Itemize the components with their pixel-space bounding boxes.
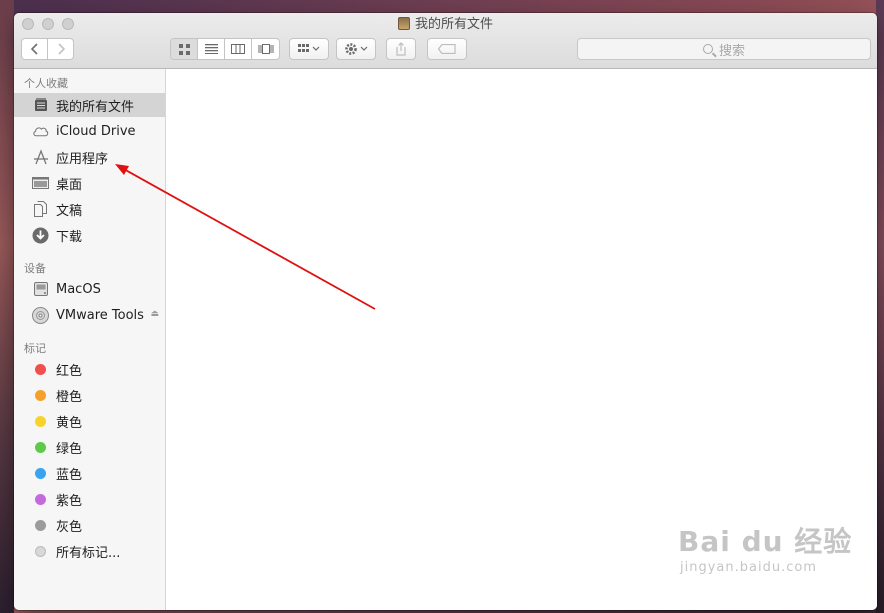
section-title-devices: 设备 — [24, 262, 46, 275]
gray-tag-dot-icon — [35, 519, 46, 531]
orange-tag-dot-icon — [35, 389, 46, 401]
tags-button[interactable] — [427, 38, 467, 60]
purple-tag-dot-icon — [35, 493, 46, 505]
sidebar-tag-all-tags[interactable]: 所有标记... — [14, 539, 165, 563]
search-icon — [702, 44, 713, 54]
grid-icon — [178, 43, 190, 55]
window-title: 我的所有文件 — [14, 16, 877, 34]
section-title-tags: 标记 — [24, 342, 46, 355]
sidebar-tag-purple[interactable]: 紫色 — [14, 487, 165, 511]
gallery-view-button[interactable] — [252, 39, 279, 59]
chevron-left-icon — [30, 43, 38, 55]
share-icon — [396, 42, 406, 56]
sidebar-tag-blue[interactable]: 蓝色 — [14, 461, 165, 485]
eject-icon[interactable]: ⏏ — [150, 309, 159, 319]
back-button[interactable] — [22, 39, 47, 59]
sidebar-tag-red[interactable]: 红色 — [14, 357, 165, 381]
search-placeholder: 搜索 — [718, 43, 745, 59]
sidebar-item-vmware-tools[interactable]: VMware Tools ⏏ — [14, 303, 165, 327]
watermark-url: jingyan.baidu.com — [680, 560, 817, 575]
arrange-button[interactable] — [289, 38, 329, 60]
gear-icon — [345, 43, 368, 55]
list-view-button[interactable] — [198, 39, 225, 59]
arrange-icon — [298, 44, 320, 52]
sidebar-item-icloud-drive[interactable]: iCloud Drive — [14, 119, 165, 143]
sidebar-item-applications[interactable]: 应用程序 — [14, 145, 165, 169]
view-mode-segmented — [170, 38, 280, 60]
desktop-icon — [32, 175, 49, 192]
all-files-icon — [32, 97, 49, 114]
sidebar-tag-green[interactable]: 绿色 — [14, 435, 165, 459]
section-title-favorites: 个人收藏 — [24, 77, 68, 90]
blue-tag-dot-icon — [35, 467, 46, 479]
cover-flow-icon — [258, 44, 273, 54]
desktop-background-right — [876, 0, 884, 613]
tag-icon — [438, 44, 456, 54]
all-tags-dot-icon — [35, 545, 46, 557]
sidebar-item-desktop[interactable]: 桌面 — [14, 171, 165, 195]
action-menu-button[interactable] — [336, 38, 376, 60]
column-view-button[interactable] — [225, 39, 252, 59]
search-field[interactable]: 搜索 — [577, 38, 871, 60]
titlebar: 我的所有文件 搜索 — [14, 13, 877, 69]
download-icon — [32, 227, 49, 244]
list-icon — [204, 44, 218, 54]
watermark-logo-text: Bai du 经验 — [678, 525, 853, 558]
red-tag-dot-icon — [35, 363, 46, 375]
all-files-icon — [397, 17, 410, 30]
yellow-tag-dot-icon — [35, 415, 46, 427]
sidebar-item-macos[interactable]: MacOS — [14, 277, 165, 301]
sidebar-tag-gray[interactable]: 灰色 — [14, 513, 165, 537]
share-button[interactable] — [386, 38, 416, 60]
watermark: Bai du 经验 jingyan.baidu.com — [678, 520, 852, 575]
nav-buttons — [21, 38, 74, 60]
sidebar-item-downloads[interactable]: 下载 — [14, 223, 165, 247]
disc-icon — [32, 306, 49, 324]
forward-button[interactable] — [47, 39, 73, 59]
chevron-right-icon — [57, 43, 65, 55]
icon-view-button[interactable] — [171, 39, 198, 59]
columns-icon — [231, 44, 245, 54]
sidebar-tag-yellow[interactable]: 黄色 — [14, 409, 165, 433]
sidebar-item-all-my-files[interactable]: 我的所有文件 — [14, 93, 165, 117]
applications-icon — [32, 149, 49, 166]
documents-icon — [32, 201, 49, 218]
desktop-background-left — [0, 0, 14, 613]
sidebar-tag-orange[interactable]: 橙色 — [14, 383, 165, 407]
sidebar-item-documents[interactable]: 文稿 — [14, 197, 165, 221]
hard-drive-icon — [32, 281, 49, 298]
green-tag-dot-icon — [35, 441, 46, 453]
cloud-icon — [32, 123, 49, 140]
sidebar: 个人收藏 我的所有文件 iCloud Drive 应用程序 桌面 文稿 下载 设… — [14, 69, 166, 610]
